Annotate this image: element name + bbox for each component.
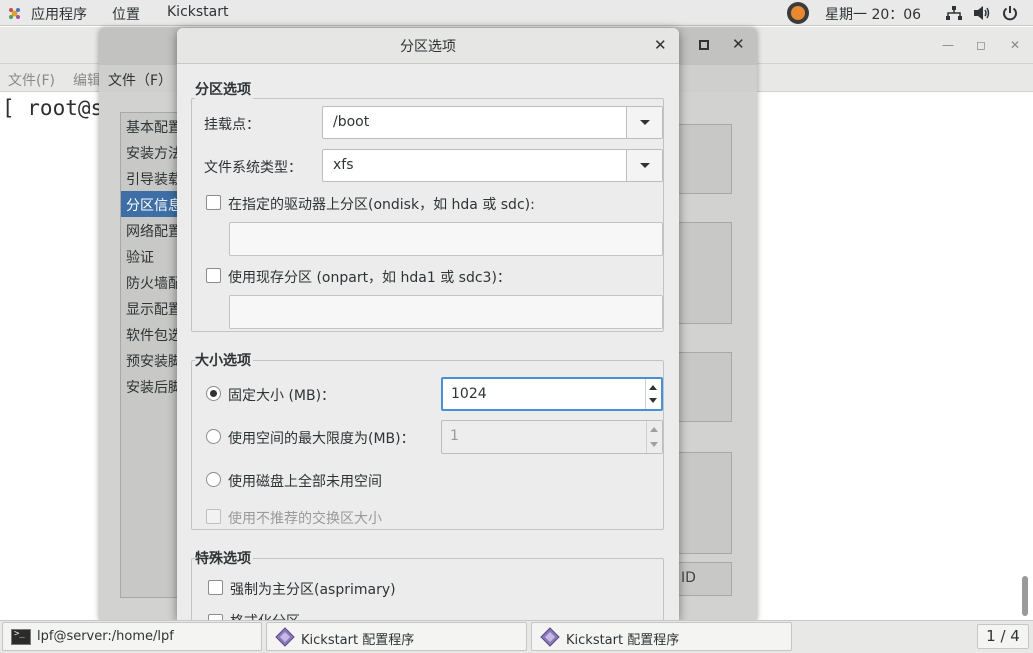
power-icon[interactable]	[1002, 5, 1018, 21]
sidebar-item[interactable]: 引导装载	[126, 169, 182, 189]
kickstart-maximize-icon[interactable]	[699, 40, 709, 50]
user-avatar-icon[interactable]	[787, 2, 809, 24]
fixed-size-spinner[interactable]: 1024	[441, 377, 663, 411]
terminal-close-icon[interactable]: ✕	[1010, 38, 1020, 52]
fixed-size-label[interactable]: 固定大小 (MB)：	[228, 385, 335, 405]
sidebar-item[interactable]: 安装后脚	[126, 377, 182, 397]
dialog-close-icon[interactable]: ✕	[654, 36, 667, 54]
sidebar-item[interactable]: 软件包选	[126, 325, 182, 345]
onpart-label[interactable]: 使用现存分区 (onpart，如 hda1 或 sdc3)：	[228, 267, 511, 287]
max-size-label[interactable]: 使用空间的最大限度为(MB)：	[228, 428, 415, 448]
partition-section-label: 分区选项	[195, 79, 253, 99]
ondisk-input[interactable]	[229, 222, 663, 256]
fs-type-combo[interactable]: xfs	[322, 149, 663, 182]
terminal-menu-file[interactable]: 文件(F)	[8, 70, 55, 90]
fill-disk-label[interactable]: 使用磁盘上全部未用空间	[228, 471, 382, 491]
ondisk-label[interactable]: 在指定的驱动器上分区(ondisk，如 hda 或 sdc):	[228, 194, 535, 214]
task-kickstart-label: Kickstart 配置程序	[301, 633, 415, 648]
special-section-label: 特殊选项	[195, 548, 253, 568]
sidebar-item-selected[interactable]: 分区信息	[126, 195, 182, 215]
size-section-label: 大小选项	[195, 350, 253, 370]
mount-point-value: /boot	[333, 114, 370, 130]
spinner-arrows	[646, 421, 662, 453]
applications-icon[interactable]	[8, 7, 21, 20]
recommended-swap-label[interactable]: 使用不推荐的交换区大小	[228, 508, 382, 528]
kickstart-icon	[540, 627, 560, 647]
terminal-minimize-icon[interactable]: —	[942, 38, 954, 52]
recommended-swap-checkbox[interactable]	[206, 509, 221, 524]
chevron-down-icon[interactable]	[626, 150, 662, 181]
max-size-value: 1	[450, 428, 459, 444]
fill-disk-radio[interactable]	[206, 472, 221, 487]
ondisk-checkbox[interactable]	[206, 195, 221, 210]
fs-type-value: xfs	[333, 157, 354, 173]
places-menu[interactable]: 位置	[112, 4, 140, 24]
kickstart-panel-box	[678, 124, 732, 194]
spin-down-icon[interactable]	[650, 442, 658, 447]
asprimary-label[interactable]: 强制为主分区(asprimary)	[230, 579, 396, 599]
task-kickstart-dialog-label: Kickstart 配置程序	[566, 633, 680, 648]
top-bar: 应用程序 位置 Kickstart 星期一 20：06	[0, 0, 1033, 26]
kickstart-raid-button-label: ID	[681, 570, 696, 586]
onpart-checkbox[interactable]	[206, 268, 221, 283]
terminal-maximize-icon[interactable]: ◻	[976, 38, 986, 52]
kickstart-panel-box	[678, 222, 732, 324]
sidebar-item[interactable]: 显示配置	[126, 299, 182, 319]
dialog-titlebar: 分区选项 ✕	[177, 28, 679, 64]
fixed-size-value: 1024	[451, 386, 487, 402]
onpart-input[interactable]	[229, 295, 663, 329]
format-label[interactable]: 格式化分区	[230, 611, 300, 620]
sidebar-item[interactable]: 预安装脚	[126, 351, 182, 371]
network-icon[interactable]	[946, 6, 962, 21]
fs-type-label: 文件系统类型：	[204, 160, 302, 176]
spin-up-icon[interactable]	[650, 427, 658, 432]
applications-menu[interactable]: 应用程序	[31, 4, 87, 24]
spin-up-icon[interactable]	[649, 385, 657, 390]
fixed-size-radio[interactable]	[206, 386, 221, 401]
kickstart-icon	[275, 627, 295, 647]
max-size-radio[interactable]	[206, 429, 221, 444]
partition-options-dialog: 分区选项 ✕ 分区选项 挂载点： /boot 文件系统类型： xfs 在指定的驱…	[177, 28, 679, 620]
kickstart-panel-box	[678, 352, 732, 422]
sidebar-item[interactable]: 网络配置	[126, 221, 182, 241]
terminal-icon	[11, 629, 31, 645]
sidebar-item[interactable]: 验证	[126, 247, 154, 267]
mount-point-combo[interactable]: /boot	[322, 106, 663, 139]
kickstart-partition-list	[678, 452, 732, 554]
chevron-down-icon[interactable]	[626, 107, 662, 138]
task-kickstart[interactable]: Kickstart 配置程序	[266, 622, 527, 651]
dialog-title: 分区选项	[400, 39, 456, 55]
mount-point-label: 挂载点：	[204, 117, 260, 133]
clock[interactable]: 星期一 20：06	[825, 4, 921, 24]
task-terminal-label: lpf@server:/home/lpf	[37, 629, 174, 644]
terminal-menu-edit[interactable]: 编辑	[73, 70, 101, 90]
kickstart-menu-file[interactable]: 文件（F）	[108, 70, 172, 90]
sidebar-item[interactable]: 基本配置	[126, 117, 182, 137]
max-size-spinner[interactable]: 1	[441, 420, 663, 454]
terminal-scrollbar[interactable]	[1022, 576, 1028, 616]
active-app-menu[interactable]: Kickstart	[167, 4, 228, 20]
spin-down-icon[interactable]	[649, 398, 657, 403]
task-kickstart-dialog[interactable]: Kickstart 配置程序	[531, 622, 792, 651]
workspace-pager[interactable]: 1 / 4	[977, 624, 1029, 649]
sidebar-item[interactable]: 防火墙配	[126, 273, 182, 293]
volume-icon[interactable]	[973, 5, 991, 21]
sidebar-item[interactable]: 安装方法	[126, 143, 182, 163]
spinner-arrows	[645, 379, 661, 409]
task-terminal[interactable]: lpf@server:/home/lpf	[2, 622, 262, 651]
kickstart-close-icon[interactable]: ✕	[732, 35, 745, 53]
asprimary-checkbox[interactable]	[208, 580, 223, 595]
